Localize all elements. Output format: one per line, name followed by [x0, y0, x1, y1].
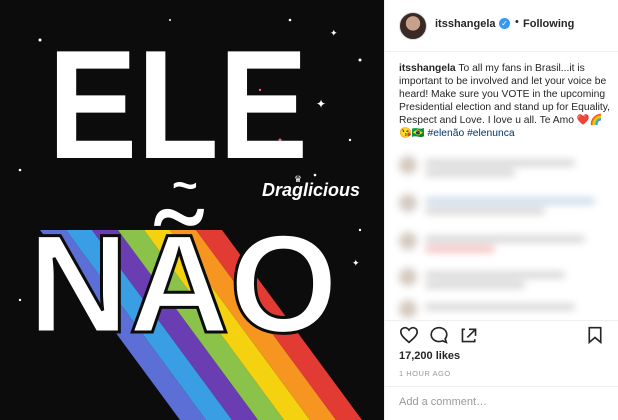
crown-icon: ♛ — [294, 174, 302, 184]
separator-dot: • — [515, 16, 519, 28]
actions-divider — [385, 320, 618, 321]
likes-count[interactable]: 17,200 likes — [399, 350, 460, 362]
heart-icon[interactable] — [399, 326, 419, 344]
share-icon[interactable] — [459, 326, 479, 344]
post-image[interactable]: ✦ ✦ ✦ ELE ~ NÃO Draglicious ♛ — [0, 0, 384, 420]
hashtag-elenunca[interactable]: #elenunca — [467, 128, 515, 139]
bookmark-icon[interactable] — [587, 326, 603, 344]
caption-username[interactable]: itsshangela — [399, 63, 456, 74]
avatar[interactable] — [399, 12, 427, 40]
post-header: itsshangela ✓ • Following — [385, 0, 618, 52]
following-button[interactable]: Following — [523, 18, 574, 30]
watermark-logo: Draglicious — [262, 180, 360, 200]
tilde-mark: ~ — [172, 161, 198, 210]
headline-nao: NÃO — [28, 205, 338, 362]
post-side-panel: itsshangela ✓ • Following itsshangela To… — [384, 0, 618, 420]
post-timestamp[interactable]: 1 HOUR AGO — [399, 369, 451, 378]
blurred-comments — [395, 150, 613, 318]
svg-text:✦: ✦ — [316, 97, 326, 111]
post-artwork: ✦ ✦ ✦ ELE ~ NÃO Draglicious ♛ — [18, 18, 362, 420]
svg-text:✦: ✦ — [330, 28, 338, 38]
verified-badge-icon: ✓ — [499, 18, 510, 29]
comment-input[interactable] — [399, 396, 599, 408]
hashtag-elenao[interactable]: #elenão — [428, 128, 465, 139]
instagram-post: ✦ ✦ ✦ ELE ~ NÃO Draglicious ♛ itsshangel… — [0, 0, 618, 420]
svg-text:✦: ✦ — [352, 258, 360, 268]
comment-icon[interactable] — [429, 326, 449, 344]
header-username[interactable]: itsshangela — [435, 18, 496, 30]
post-caption: itsshangela To all my fans in Brasil...i… — [399, 62, 611, 140]
comment-bar — [385, 386, 618, 420]
